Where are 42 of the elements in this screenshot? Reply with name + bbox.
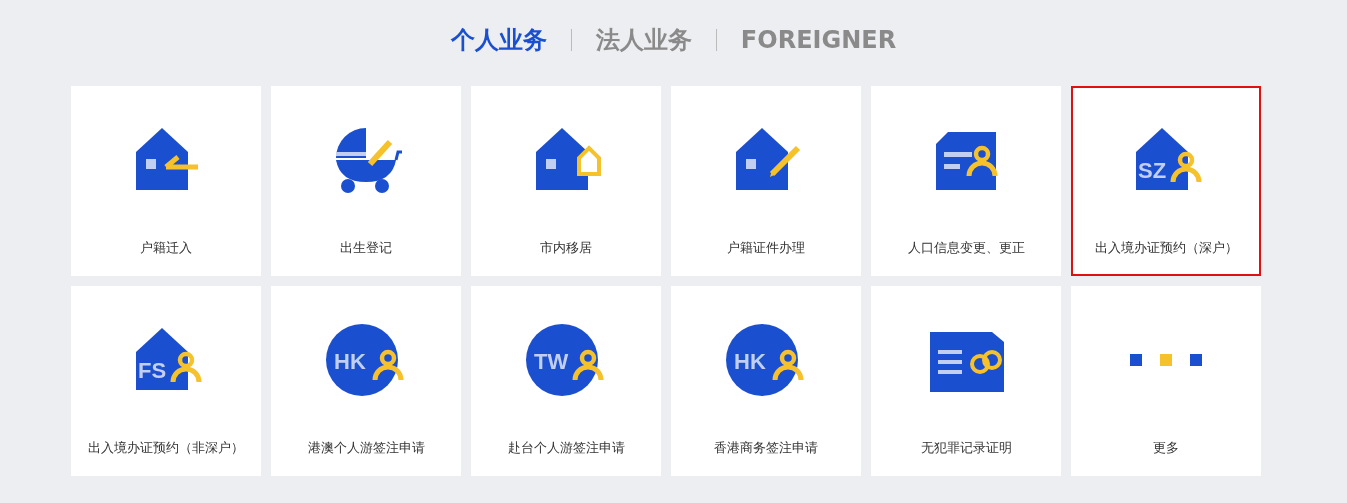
house-check-icon bbox=[136, 128, 201, 190]
card-label: 出入境办证预约（非深户） bbox=[87, 439, 245, 457]
card-label: 赴台个人游签注申请 bbox=[506, 439, 626, 457]
circle-person-icon bbox=[326, 324, 404, 396]
card-label: 更多 bbox=[1152, 439, 1180, 457]
document-handcuffs-icon bbox=[930, 332, 1004, 392]
service-card[interactable]: 人口信息变更、更正 bbox=[871, 86, 1061, 276]
service-card[interactable]: 更多 bbox=[1071, 286, 1261, 476]
icon-letters: SZ bbox=[1138, 158, 1167, 183]
icon-letters: TW bbox=[534, 349, 569, 374]
circle-person-icon bbox=[726, 324, 804, 396]
service-card[interactable]: 市内移居 bbox=[471, 86, 661, 276]
stroller-icon bbox=[336, 128, 402, 193]
service-card[interactable]: HK 香港商务签注申请 bbox=[671, 286, 861, 476]
service-card[interactable]: TW 赴台个人游签注申请 bbox=[471, 286, 661, 476]
icon-letters: HK bbox=[334, 349, 366, 374]
house-person-icon bbox=[136, 328, 202, 390]
tab[interactable]: 个人业务 bbox=[426, 24, 571, 56]
house-pencil-icon bbox=[736, 128, 801, 190]
dots-icon bbox=[1130, 354, 1202, 366]
service-card[interactable]: 户籍迁入 bbox=[71, 86, 261, 276]
service-card[interactable]: HK 港澳个人游签注申请 bbox=[271, 286, 461, 476]
card-label: 人口信息变更、更正 bbox=[906, 239, 1026, 257]
card-label: 出生登记 bbox=[339, 239, 393, 257]
house-person-icon bbox=[1136, 128, 1202, 190]
service-card[interactable]: 出生登记 bbox=[271, 86, 461, 276]
service-card[interactable]: SZ 出入境办证预约（深户） bbox=[1071, 86, 1261, 276]
circle-person-icon bbox=[526, 324, 604, 396]
card-label: 出入境办证预约（深户） bbox=[1093, 239, 1239, 257]
house-icon bbox=[536, 128, 601, 190]
card-label: 市内移居 bbox=[539, 239, 593, 257]
icon-letters: HK bbox=[734, 349, 766, 374]
service-card[interactable]: 无犯罪记录证明 bbox=[871, 286, 1061, 476]
icon-letters: FS bbox=[138, 358, 167, 383]
card-label: 户籍证件办理 bbox=[726, 239, 806, 257]
card-label: 无犯罪记录证明 bbox=[919, 439, 1013, 457]
card-label: 港澳个人游签注申请 bbox=[306, 439, 426, 457]
service-card[interactable]: 户籍证件办理 bbox=[671, 86, 861, 276]
document-person-icon bbox=[936, 132, 998, 190]
card-label: 香港商务签注申请 bbox=[713, 439, 819, 457]
service-card[interactable]: FS 出入境办证预约（非深户） bbox=[71, 286, 261, 476]
card-label: 户籍迁入 bbox=[139, 239, 193, 257]
